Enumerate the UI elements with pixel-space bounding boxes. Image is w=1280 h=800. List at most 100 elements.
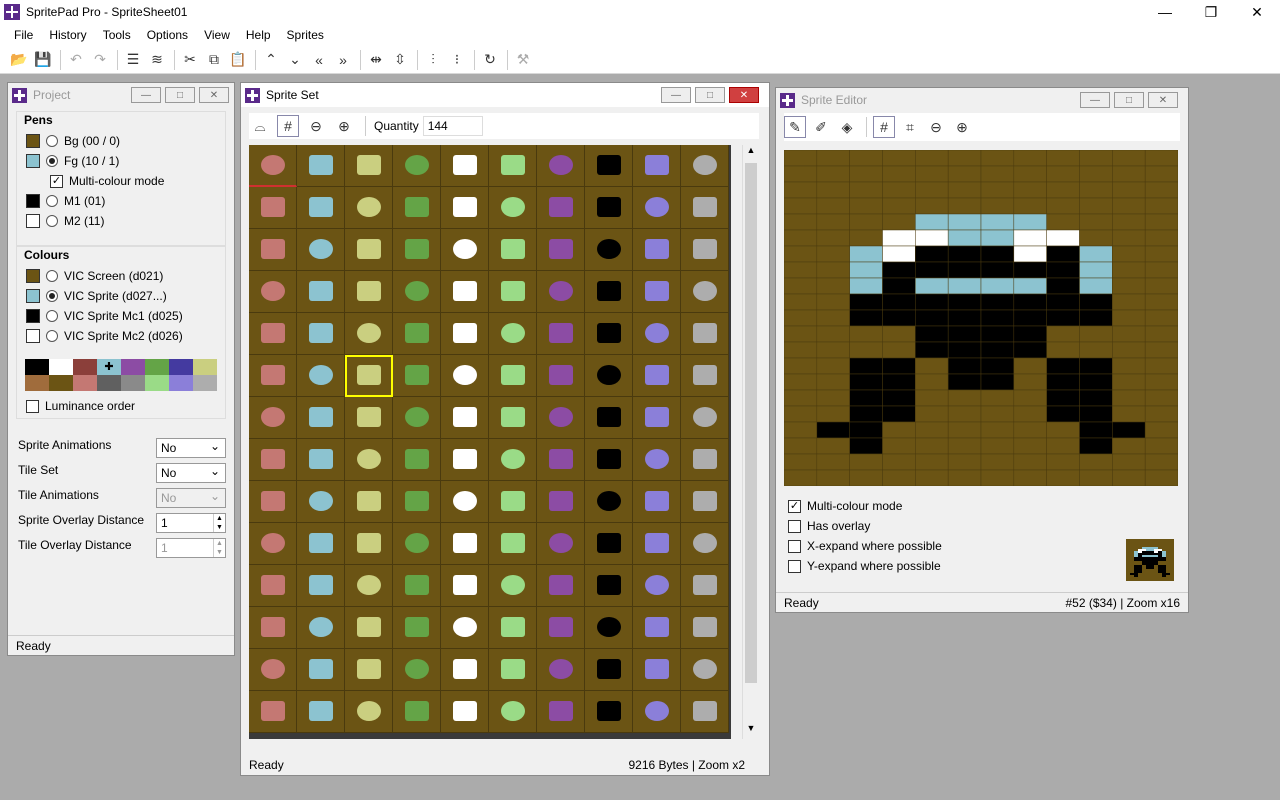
pixel[interactable]: [783, 437, 818, 455]
palette-swatch[interactable]: ✚: [97, 359, 121, 375]
sprite-cell[interactable]: [681, 565, 729, 607]
spriteset-scrollbar[interactable]: ▲ ▼: [742, 145, 759, 739]
pixel[interactable]: [915, 469, 949, 487]
zoom-out-icon[interactable]: ⊖: [305, 115, 327, 137]
sprite-cell[interactable]: [681, 229, 729, 271]
sprite-cell[interactable]: [441, 649, 489, 691]
pen-bg[interactable]: Bg (00 / 0): [26, 134, 120, 148]
pixel[interactable]: [980, 453, 1015, 471]
menu-history[interactable]: History: [41, 28, 94, 42]
colour-mc1-radio[interactable]: [46, 310, 58, 322]
sprite-cell[interactable]: [681, 145, 729, 187]
pixel[interactable]: [1046, 165, 1080, 183]
pixel[interactable]: [1144, 389, 1179, 407]
pixel[interactable]: [1013, 181, 1047, 199]
sprite-cell[interactable]: [441, 271, 489, 313]
pixel[interactable]: [882, 261, 916, 279]
pixel[interactable]: [947, 469, 982, 487]
pixel[interactable]: [1144, 245, 1179, 263]
pixel[interactable]: [1013, 469, 1047, 487]
sprite-cell[interactable]: [489, 691, 537, 733]
pen-m1-radio[interactable]: [46, 195, 58, 207]
pixel[interactable]: [1013, 197, 1047, 215]
sprite-cell[interactable]: [297, 523, 345, 565]
pixel[interactable]: [882, 181, 916, 199]
pixel[interactable]: [980, 437, 1015, 455]
pixel[interactable]: [1046, 149, 1080, 167]
editor-option-yexpand[interactable]: Y-expand where possible: [788, 559, 941, 573]
palette-swatch[interactable]: [49, 375, 73, 391]
pixel[interactable]: [783, 405, 818, 423]
sprite-cell[interactable]: [681, 313, 729, 355]
pixel[interactable]: [816, 389, 850, 407]
pixel[interactable]: [1112, 389, 1146, 407]
sprite-cell[interactable]: [585, 607, 633, 649]
multicolour-checkbox[interactable]: ✓: [50, 174, 63, 188]
menu-help[interactable]: Help: [238, 28, 279, 42]
sprite-cell[interactable]: [585, 313, 633, 355]
sprite-cell[interactable]: [585, 355, 633, 397]
pixel[interactable]: [1013, 405, 1047, 423]
pixel[interactable]: [1046, 229, 1080, 247]
pixel[interactable]: [1112, 197, 1146, 215]
project-maximize-button[interactable]: □: [165, 87, 195, 103]
pixel[interactable]: [1112, 373, 1146, 391]
pixel[interactable]: [915, 229, 949, 247]
sprite-cell[interactable]: [537, 271, 585, 313]
multicolour-toggle[interactable]: ✓ Multi-colour mode: [50, 174, 164, 188]
brush-icon[interactable]: ✐: [810, 116, 832, 138]
pixel[interactable]: [849, 373, 883, 391]
sprite-cell[interactable]: [633, 439, 681, 481]
sprite-cell[interactable]: [681, 607, 729, 649]
pixel[interactable]: [783, 229, 818, 247]
pixel[interactable]: [1013, 325, 1047, 343]
editor-multicolour-checkbox[interactable]: ✓: [788, 499, 801, 513]
pixel[interactable]: [1144, 181, 1179, 199]
pixel[interactable]: [1013, 229, 1047, 247]
pixel[interactable]: [1112, 293, 1146, 311]
pixel[interactable]: [1046, 197, 1080, 215]
sprite-cell[interactable]: [537, 565, 585, 607]
grid-icon[interactable]: #: [873, 116, 895, 138]
sprite-cell[interactable]: [441, 523, 489, 565]
pixel[interactable]: [849, 261, 883, 279]
pixel[interactable]: [816, 293, 850, 311]
pixel[interactable]: [1112, 245, 1146, 263]
pixel[interactable]: [1013, 149, 1047, 167]
pixel[interactable]: [1046, 469, 1080, 487]
close-button[interactable]: ✕: [1234, 0, 1280, 24]
pixel[interactable]: [1013, 165, 1047, 183]
pixel[interactable]: [783, 357, 818, 375]
sprite-cell[interactable]: [585, 229, 633, 271]
pixel[interactable]: [1046, 453, 1080, 471]
grid-icon[interactable]: #: [277, 115, 299, 137]
menu-tools[interactable]: Tools: [95, 28, 139, 42]
pixel[interactable]: [947, 421, 982, 439]
pixel[interactable]: [1079, 277, 1113, 295]
pixel[interactable]: [947, 309, 982, 327]
pixel[interactable]: [915, 341, 949, 359]
sprite-cell[interactable]: [345, 313, 393, 355]
sprite-cell[interactable]: [681, 187, 729, 229]
sprite-cell[interactable]: [489, 355, 537, 397]
sprite-cell[interactable]: [585, 565, 633, 607]
spriteset-maximize-button[interactable]: □: [695, 87, 725, 103]
pixel[interactable]: [980, 229, 1015, 247]
pixel[interactable]: [980, 341, 1015, 359]
sprite-cell[interactable]: [249, 523, 297, 565]
pixel[interactable]: [1144, 149, 1179, 167]
pixel[interactable]: [1144, 293, 1179, 311]
pixel[interactable]: [947, 261, 982, 279]
pixel[interactable]: [980, 421, 1015, 439]
pixel[interactable]: [816, 277, 850, 295]
spriteset-close-button[interactable]: ✕: [729, 87, 759, 103]
pixel[interactable]: [783, 213, 818, 231]
sprite-cell[interactable]: [681, 439, 729, 481]
pixel[interactable]: [947, 453, 982, 471]
sprite-cell[interactable]: [393, 565, 441, 607]
sprite-cell[interactable]: [585, 523, 633, 565]
tool-icon[interactable]: ⚒: [512, 49, 534, 71]
project-close-button[interactable]: ✕: [199, 87, 229, 103]
pixel[interactable]: [783, 469, 818, 487]
pixel[interactable]: [1079, 453, 1113, 471]
